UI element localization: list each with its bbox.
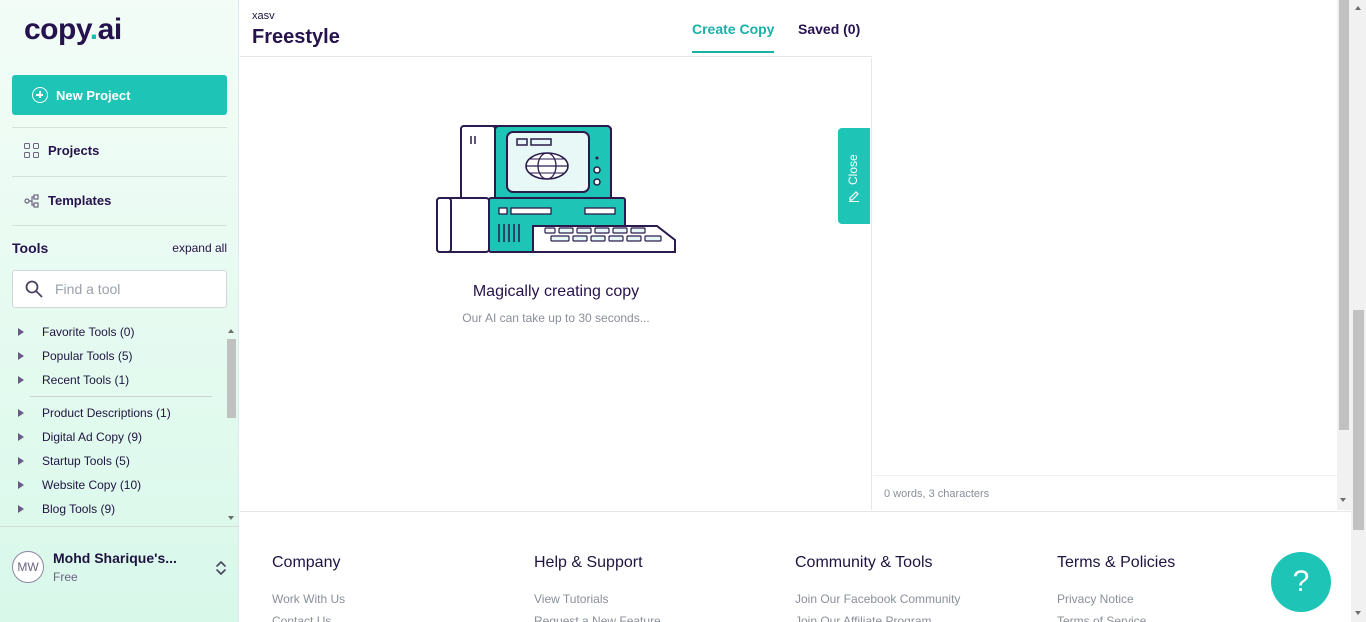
word-count: 0 words, 3 characters <box>873 475 1337 510</box>
tool-group-label: Website Copy (10) <box>42 478 142 492</box>
footer-heading: Company <box>272 554 341 571</box>
footer-link[interactable]: Request a New Feature <box>534 614 661 622</box>
footer-link[interactable]: Terms of Service <box>1057 614 1175 622</box>
divider <box>12 127 227 128</box>
divider <box>12 176 227 177</box>
logo-dot: . <box>89 13 98 46</box>
new-project-label: New Project <box>56 87 131 103</box>
tool-group-label: Popular Tools (5) <box>42 349 133 363</box>
expand-arrow-icon <box>18 481 24 489</box>
user-plan: Free <box>53 570 78 584</box>
scroll-down-arrow-icon[interactable] <box>1340 498 1346 502</box>
pencil-icon <box>849 191 859 202</box>
page-scroll-thumb[interactable] <box>1353 310 1364 530</box>
expand-arrow-icon <box>18 376 24 384</box>
sidebar-item-projects[interactable]: Projects <box>24 143 99 158</box>
expand-arrow-icon <box>18 433 24 441</box>
tool-group-digital-ad-copy[interactable]: Digital Ad Copy (9) <box>12 425 224 449</box>
plus-circle-icon <box>32 87 48 103</box>
page-title: Freestyle <box>252 26 340 48</box>
expand-arrow-icon <box>18 505 24 513</box>
footer-link[interactable]: Work With Us <box>272 592 345 606</box>
expand-arrow-icon <box>18 328 24 336</box>
tools-title: Tools <box>12 240 49 256</box>
footer-column-community: Community & Tools Join Our Facebook Comm… <box>795 554 960 622</box>
new-project-button[interactable]: New Project <box>12 75 227 115</box>
close-panel-button[interactable]: Close <box>838 128 870 224</box>
tool-group-startup-tools[interactable]: Startup Tools (5) <box>12 449 224 473</box>
sidebar-item-label: Templates <box>48 193 112 208</box>
footer-link[interactable]: Privacy Notice <box>1057 592 1175 606</box>
footer-link[interactable]: Contact Us <box>272 614 345 622</box>
footer-link[interactable]: View Tutorials <box>534 592 661 606</box>
tool-search-input[interactable] <box>55 281 205 297</box>
avatar: MW <box>12 551 44 583</box>
user-account[interactable]: MW Mohd Sharique's... Free <box>12 550 177 584</box>
grid-icon <box>24 143 39 158</box>
tool-search-box <box>12 270 227 308</box>
project-header: xasv Freestyle Create Copy Saved (0) <box>240 0 872 57</box>
footer-heading: Help & Support <box>534 554 643 571</box>
loading-title: Magically creating copy <box>472 283 640 300</box>
expand-arrow-icon <box>18 352 24 360</box>
tool-group-product-descriptions[interactable]: Product Descriptions (1) <box>12 401 224 425</box>
tool-group-label: Startup Tools (5) <box>42 454 130 468</box>
tool-list-scroll-thumb[interactable] <box>227 339 236 418</box>
divider <box>12 225 227 226</box>
footer-column-terms: Terms & Policies Privacy Notice Terms of… <box>1057 554 1175 622</box>
sidebar: copy.ai New Project Projects Templates T… <box>0 0 239 622</box>
scroll-up-arrow-icon[interactable] <box>228 329 234 333</box>
chevron-updown-icon[interactable] <box>214 558 228 578</box>
tab-create-copy[interactable]: Create Copy <box>692 21 775 53</box>
expand-all-link[interactable]: expand all <box>172 241 227 255</box>
expand-arrow-icon <box>18 457 24 465</box>
footer-heading: Community & Tools <box>795 554 933 571</box>
tab-saved[interactable]: Saved (0) <box>798 21 860 37</box>
templates-icon <box>24 193 39 208</box>
editor-scroll-thumb[interactable] <box>1339 0 1349 430</box>
sidebar-item-templates[interactable]: Templates <box>24 193 111 208</box>
logo-text-tail: ai <box>97 13 123 46</box>
site-footer: Company Work With Us Contact Us Help & S… <box>240 511 1351 622</box>
footer-link[interactable]: Join Our Facebook Community <box>795 592 960 606</box>
divider <box>0 526 239 527</box>
scroll-up-arrow-icon[interactable] <box>1355 6 1361 10</box>
footer-heading: Terms & Policies <box>1057 554 1176 571</box>
sidebar-item-label: Projects <box>48 143 100 158</box>
scroll-down-arrow-icon[interactable] <box>228 516 234 520</box>
search-icon <box>25 280 43 298</box>
loading-subtitle: Our AI can take up to 30 seconds... <box>462 311 650 325</box>
results-panel: Magically creating copy Our AI can take … <box>240 58 872 510</box>
tool-group-website-copy[interactable]: Website Copy (10) <box>12 473 224 497</box>
tool-group-label: Product Descriptions (1) <box>42 406 171 420</box>
tool-list: Favorite Tools (0) Popular Tools (5) Rec… <box>12 320 224 524</box>
tool-group-blog-tools[interactable]: Blog Tools (9) <box>12 497 224 521</box>
expand-arrow-icon <box>18 409 24 417</box>
tool-list-divider <box>30 396 212 397</box>
scroll-down-arrow-icon[interactable] <box>1355 611 1361 615</box>
tool-group-label: Favorite Tools (0) <box>42 325 135 339</box>
close-label: Close <box>846 154 860 185</box>
tool-group-label: Recent Tools (1) <box>42 373 130 387</box>
computer-illustration <box>436 125 676 253</box>
tools-header: Tools expand all <box>12 240 227 256</box>
user-name: Mohd Sharique's... <box>53 550 177 566</box>
tool-group-label: Blog Tools (9) <box>42 502 116 516</box>
copyai-logo[interactable]: copy.ai <box>24 13 122 47</box>
logo-text-main: copy <box>24 13 90 46</box>
footer-column-help: Help & Support View Tutorials Request a … <box>534 554 661 622</box>
tool-group-favorite[interactable]: Favorite Tools (0) <box>12 320 224 344</box>
footer-column-company: Company Work With Us Contact Us <box>272 554 345 622</box>
tool-group-recent[interactable]: Recent Tools (1) <box>12 368 224 392</box>
tool-group-popular[interactable]: Popular Tools (5) <box>12 344 224 368</box>
footer-link[interactable]: Join Our Affiliate Program <box>795 614 960 622</box>
help-button[interactable]: ? <box>1271 552 1331 612</box>
project-name: xasv <box>252 10 275 22</box>
tool-group-label: Digital Ad Copy (9) <box>42 430 143 444</box>
editor-panel[interactable]: 0 words, 3 characters <box>873 0 1337 510</box>
